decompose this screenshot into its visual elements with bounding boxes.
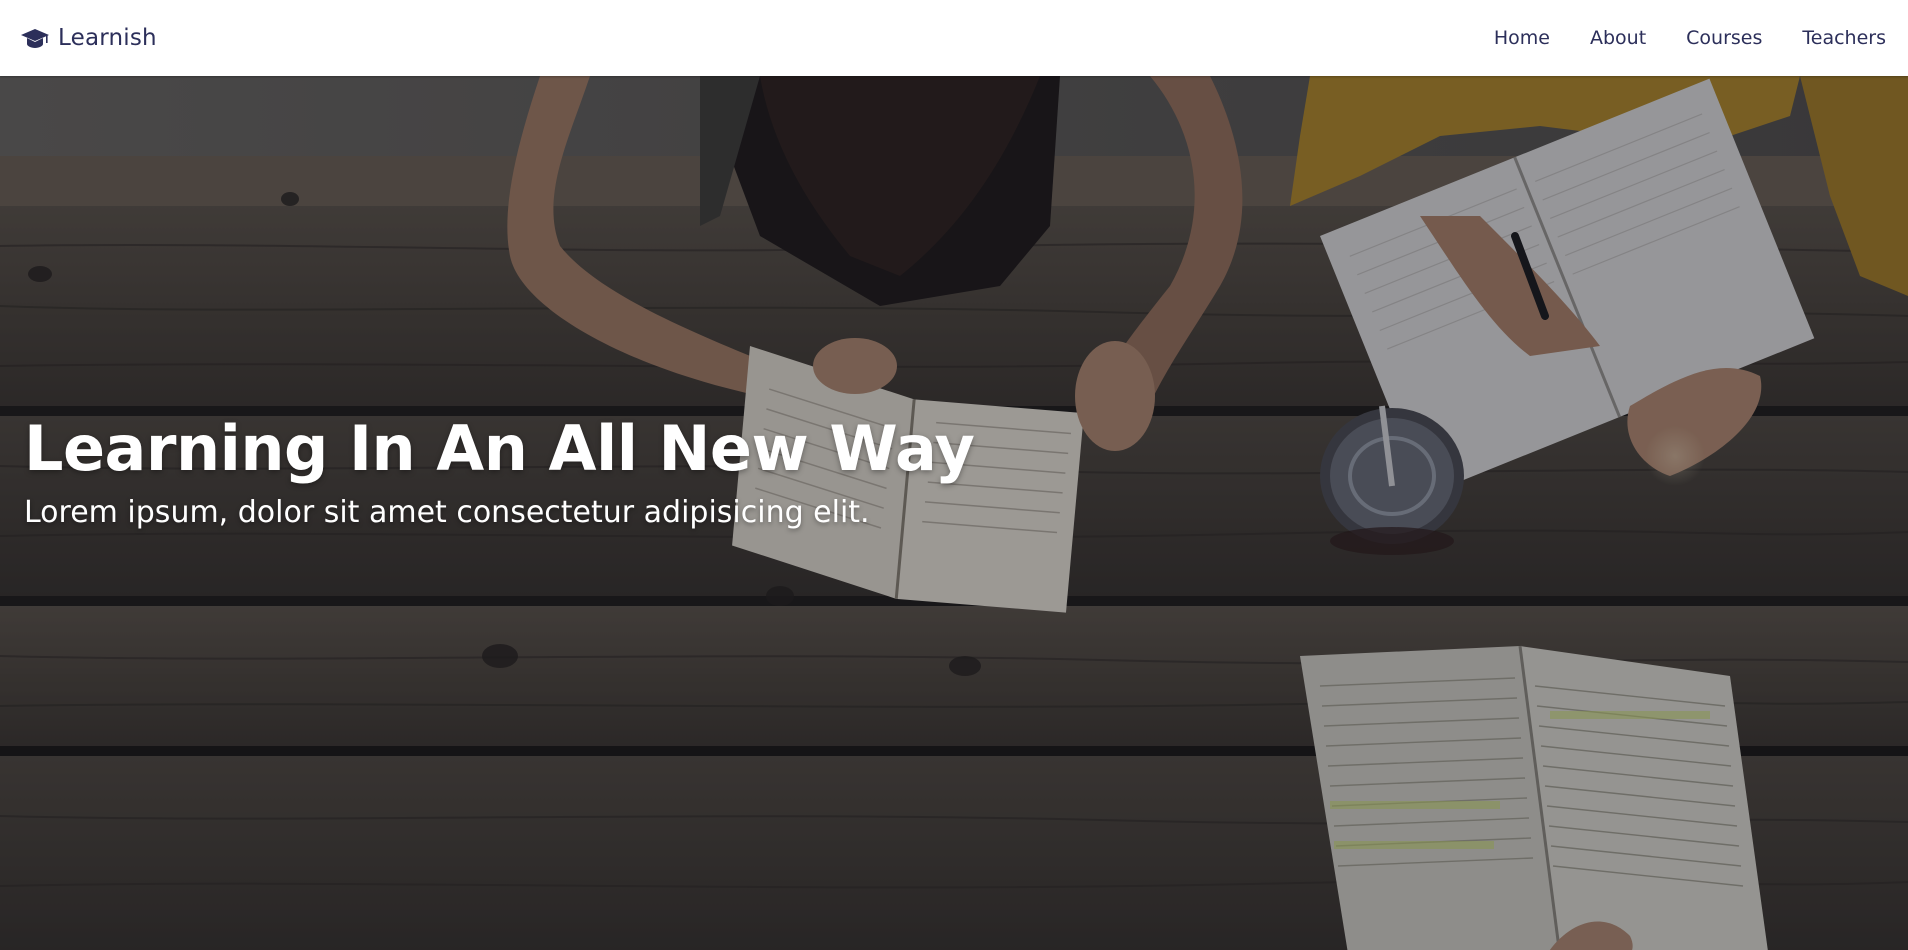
nav-link-teachers[interactable]: Teachers xyxy=(1802,27,1886,49)
nav-links: Home About Courses Teachers xyxy=(1494,27,1886,49)
nav-item-teachers: Teachers xyxy=(1802,27,1886,49)
nav-link-home[interactable]: Home xyxy=(1494,27,1550,49)
hero-subtitle: Lorem ipsum, dolor sit amet consectetur … xyxy=(24,495,870,530)
hero-title: Learning In An All New Way xyxy=(24,412,975,485)
hero-text-block: Learning In An All New Way Lorem ipsum, … xyxy=(24,412,975,530)
brand-logo-link[interactable]: Learnish xyxy=(20,25,157,51)
brand-name: Learnish xyxy=(58,25,157,51)
nav-item-courses: Courses xyxy=(1686,27,1762,49)
nav-item-home: Home xyxy=(1494,27,1550,49)
nav-link-courses[interactable]: Courses xyxy=(1686,27,1762,49)
nav-item-about: About xyxy=(1590,27,1646,49)
hero-section: Learning In An All New Way Lorem ipsum, … xyxy=(0,76,1908,950)
graduation-cap-icon xyxy=(20,27,50,49)
top-navbar: Learnish Home About Courses Teachers xyxy=(0,0,1908,76)
nav-link-about[interactable]: About xyxy=(1590,27,1646,49)
